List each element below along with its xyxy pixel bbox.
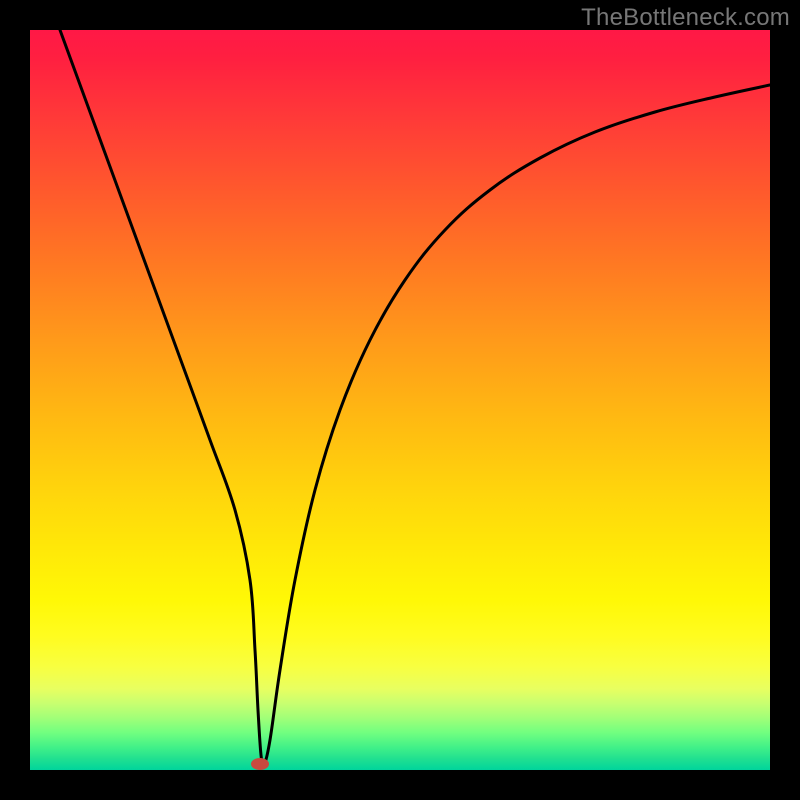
plot-area (30, 30, 770, 770)
chart-frame: TheBottleneck.com (0, 0, 800, 800)
curve-svg (30, 30, 770, 770)
v-curve-line (60, 30, 770, 766)
watermark-text: TheBottleneck.com (581, 4, 790, 32)
minimum-marker (251, 758, 269, 770)
